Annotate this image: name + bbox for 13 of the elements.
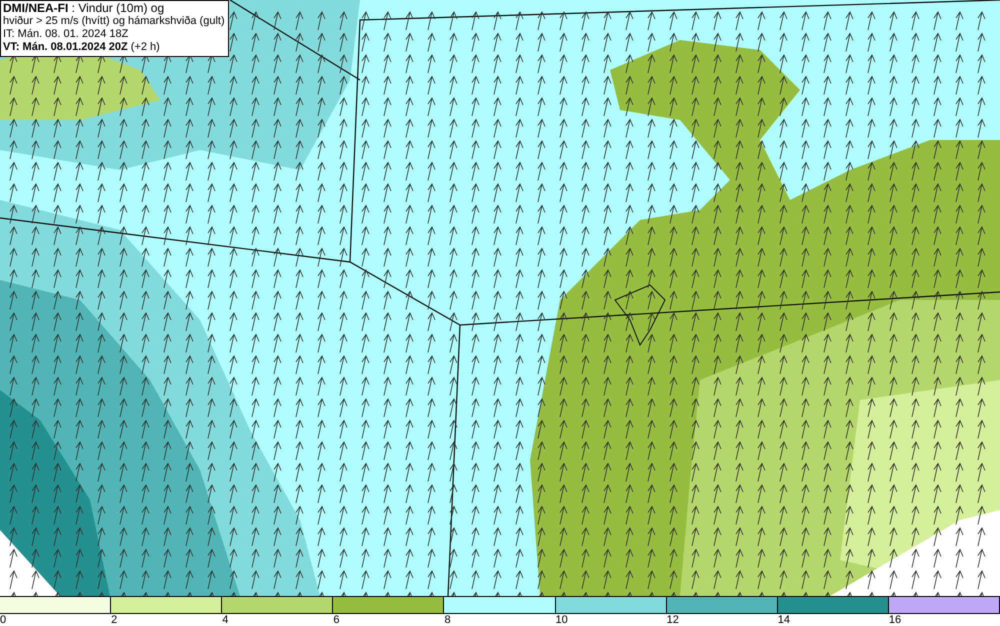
- title-line: VT: Mán. 08.01.2024 20Z (+2 h): [3, 41, 161, 54]
- scale-label: 14: [778, 614, 790, 626]
- title-line: IT: Mán. 08. 01. 2024 18Z: [3, 28, 130, 41]
- scale-label: 16: [888, 614, 902, 626]
- scale-label: 0: [0, 614, 6, 626]
- scale-label: 2: [111, 614, 118, 626]
- scale-label: 12: [666, 614, 679, 626]
- scale-label: 8: [444, 614, 451, 626]
- scale-label: 4: [222, 614, 228, 626]
- title-line: hviður > 25 m/s (hvítt) og hámarkshviða (gult): [3, 15, 225, 28]
- title-line: DMI/NEA-FI : Vindur (10m) og: [3, 2, 166, 15]
- scale-label: 6: [333, 614, 340, 626]
- scale-label: 10: [556, 614, 568, 626]
